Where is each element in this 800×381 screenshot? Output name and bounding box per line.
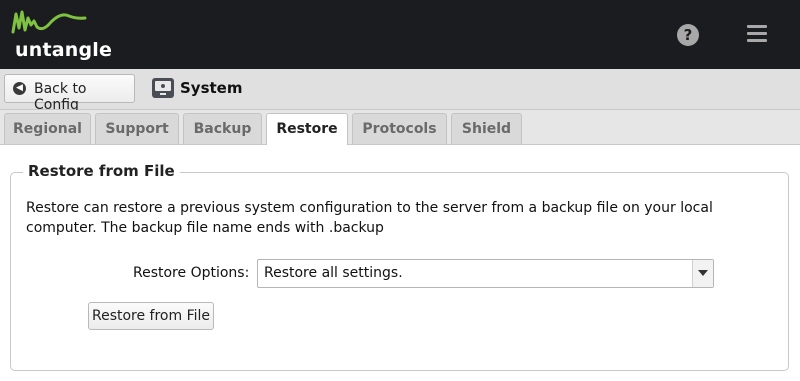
tab-support[interactable]: Support — [95, 113, 179, 144]
restore-panel: Restore from File Restore can restore a … — [0, 145, 800, 381]
fieldset-legend: Restore from File — [23, 162, 180, 180]
arrow-left-circle-icon: ◀ — [13, 82, 26, 95]
top-header: untangle ? — [0, 0, 800, 69]
toolbar: ◀ Back to Config System — [0, 69, 800, 113]
system-monitor-icon — [152, 78, 174, 98]
back-to-config-label: Back to Config — [34, 81, 87, 113]
page-title: System — [180, 79, 243, 97]
tab-protocols[interactable]: Protocols — [352, 113, 447, 144]
back-to-config-button[interactable]: ◀ Back to Config — [4, 74, 135, 113]
tab-shield[interactable]: Shield — [451, 113, 522, 144]
tab-backup[interactable]: Backup — [183, 113, 262, 144]
tab-regional[interactable]: Regional — [4, 113, 91, 144]
logo-text: untangle — [15, 39, 113, 61]
hamburger-menu-icon[interactable] — [747, 25, 767, 43]
logo-wave-icon — [11, 10, 87, 34]
tab-restore[interactable]: Restore — [266, 113, 348, 145]
tab-bar: Regional Support Backup Restore Protocol… — [0, 110, 800, 145]
restore-options-value: Restore all settings. — [264, 265, 403, 281]
chevron-down-icon[interactable] — [692, 260, 713, 287]
restore-from-file-button[interactable]: Restore from File — [88, 302, 214, 330]
restore-options-label: Restore Options: — [133, 265, 250, 281]
help-icon[interactable]: ? — [677, 24, 699, 46]
untangle-logo[interactable]: untangle — [9, 8, 119, 64]
restore-description: Restore can restore a previous system co… — [26, 200, 713, 236]
restore-options-select[interactable]: Restore all settings. — [257, 259, 714, 288]
